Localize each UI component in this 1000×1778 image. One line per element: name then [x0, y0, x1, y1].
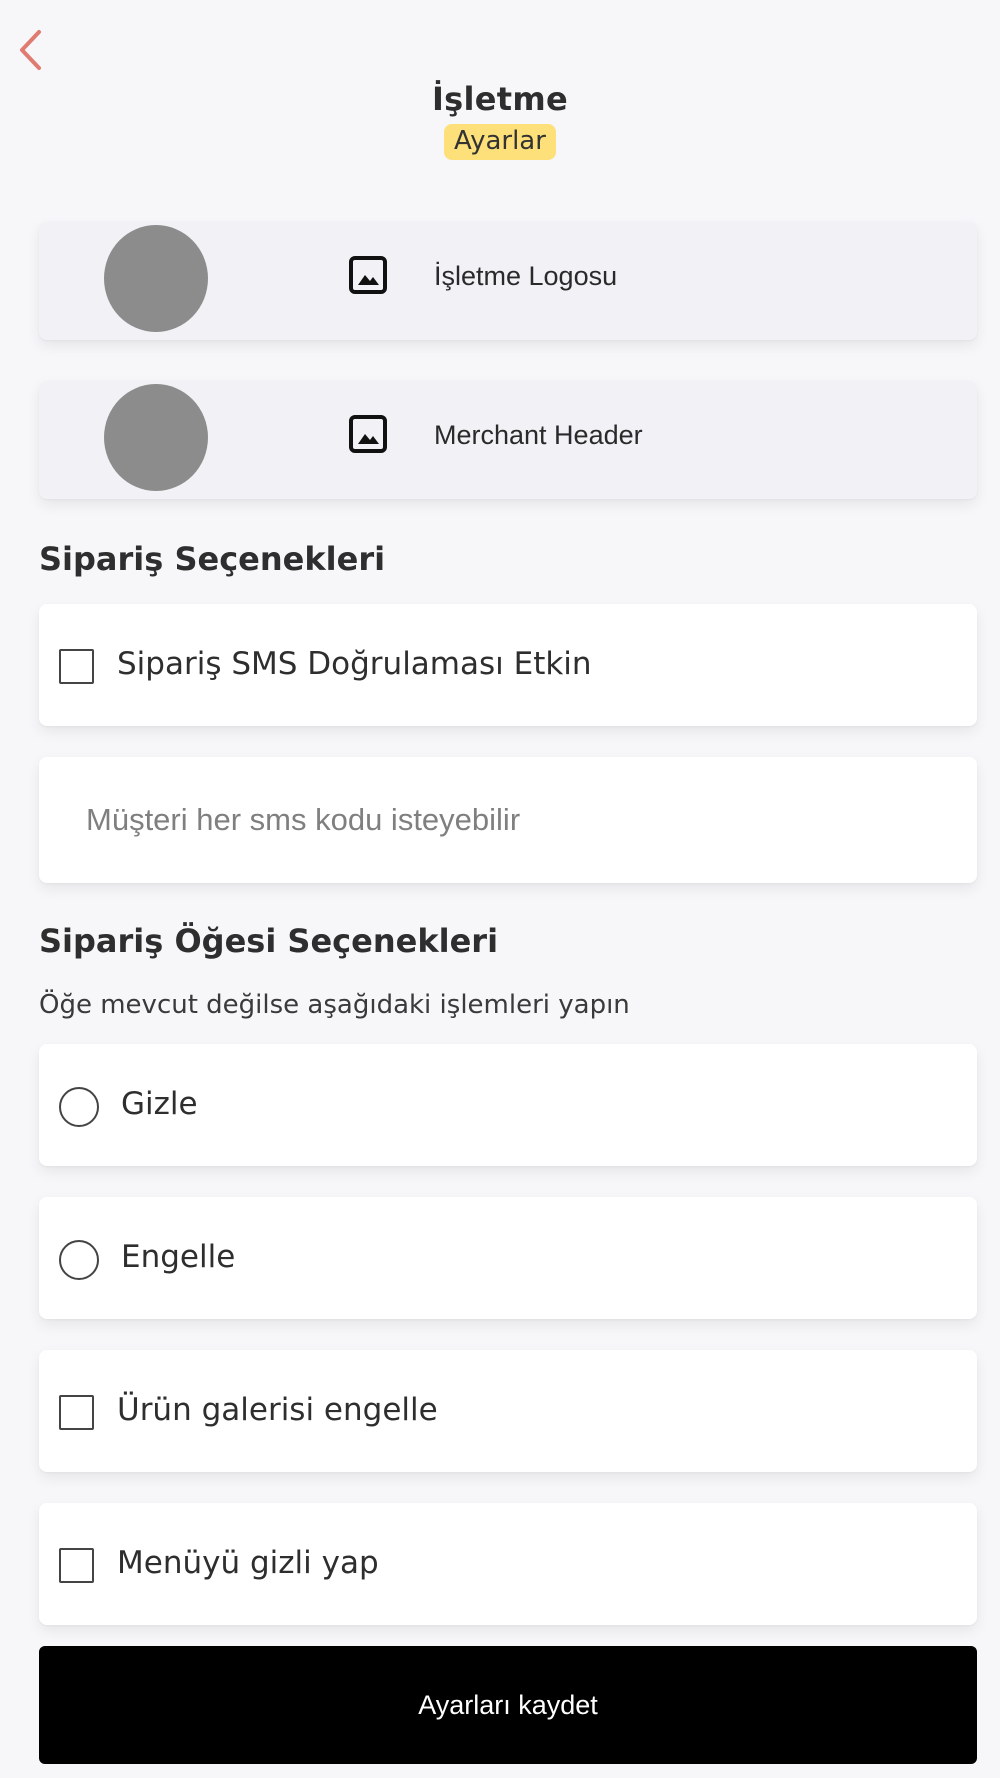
hide-menu-label: Menüyü gizli yap — [117, 1545, 379, 1581]
sms-verification-checkbox[interactable] — [59, 649, 94, 684]
hide-menu-checkbox[interactable] — [59, 1548, 94, 1583]
item-options-helper: Öğe mevcut değilse aşağıdaki işlemleri y… — [39, 990, 630, 1020]
image-icon[interactable] — [348, 255, 388, 295]
chevron-left-icon — [20, 30, 41, 70]
logo-preview — [104, 225, 208, 332]
sms-code-input[interactable] — [39, 757, 977, 883]
block-gallery-option[interactable]: Ürün galerisi engelle — [39, 1350, 977, 1472]
sms-code-field[interactable] — [39, 757, 977, 883]
page-badge: Ayarlar — [444, 124, 556, 160]
block-radio[interactable] — [59, 1240, 99, 1280]
page-title: İşletme — [431, 80, 569, 118]
block-option[interactable]: Engelle — [39, 1197, 977, 1319]
block-label: Engelle — [121, 1239, 236, 1275]
item-options-title: Sipariş Öğesi Seçenekleri — [39, 922, 499, 960]
block-gallery-checkbox[interactable] — [59, 1395, 94, 1430]
back-button[interactable] — [12, 28, 48, 72]
image-icon[interactable] — [348, 414, 388, 454]
save-settings-button[interactable]: Ayarları kaydet — [39, 1646, 977, 1764]
hide-menu-option[interactable]: Menüyü gizli yap — [39, 1503, 977, 1625]
hide-radio[interactable] — [59, 1087, 99, 1127]
hide-label: Gizle — [121, 1086, 198, 1122]
header-upload-card[interactable]: Merchant Header — [39, 381, 977, 499]
sms-verification-label: Sipariş SMS Doğrulaması Etkin — [117, 646, 592, 682]
sms-verification-option[interactable]: Sipariş SMS Doğrulaması Etkin — [39, 604, 977, 726]
page-header: İşletme Ayarlar — [0, 80, 1000, 160]
logo-label: İşletme Logosu — [434, 261, 618, 291]
logo-upload-card[interactable]: İşletme Logosu — [39, 222, 977, 340]
order-options-title: Sipariş Seçenekleri — [39, 540, 386, 578]
hide-option[interactable]: Gizle — [39, 1044, 977, 1166]
header-label: Merchant Header — [434, 420, 643, 450]
header-preview — [104, 384, 208, 491]
block-gallery-label: Ürün galerisi engelle — [117, 1392, 438, 1428]
